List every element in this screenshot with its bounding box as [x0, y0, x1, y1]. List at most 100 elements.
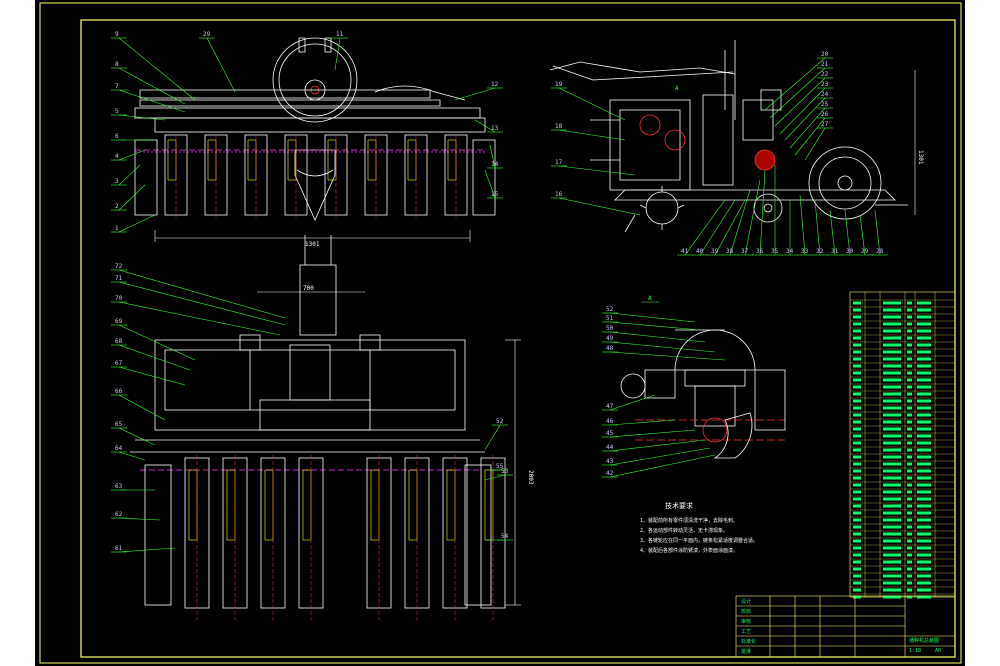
balloon-label: 40 [696, 248, 704, 255]
balloon-label: 39 [711, 248, 719, 255]
front-furrow-units [134, 134, 496, 220]
balloon-label: 65 [115, 421, 123, 428]
balloon-label: 1 [115, 225, 119, 232]
leader-line [759, 169, 766, 256]
balloon-label: 17 [555, 159, 563, 166]
leader-line [609, 419, 676, 426]
balloon-label: 45 [606, 430, 614, 437]
balloon-label: 18 [555, 123, 563, 130]
balloon-label: 49 [606, 335, 614, 342]
balloon-label: 54 [501, 533, 509, 540]
leader-line [118, 37, 196, 101]
technical-notes: 技术要求 1、装配前所有零件须清洗干净，去除毛刺。 2、各运动部件转动灵活，无卡… [640, 501, 758, 554]
balloon-label: 3 [115, 178, 119, 185]
plan-side-dimension-text: 2003 [527, 470, 534, 485]
drawing-sheet: 1301 929118756432112131415 [35, 0, 965, 666]
balloon-label: 35 [771, 248, 779, 255]
leader-line [779, 87, 826, 135]
balloon-label: 30 [846, 248, 854, 255]
detail-view [620, 329, 786, 459]
leader-line [118, 324, 196, 361]
leader-line [118, 366, 186, 386]
tb-scale: 1:10 [909, 648, 921, 654]
balloon-label: 23 [821, 81, 829, 88]
balloon-label: 11 [336, 31, 344, 38]
balloon-label: 16 [555, 191, 563, 198]
side-view [549, 40, 916, 233]
balloon-label: 52 [496, 418, 504, 425]
front-dimension: 1301 [154, 230, 471, 248]
leader-line [609, 331, 706, 343]
balloon-label: 25 [821, 101, 829, 108]
leader-line [484, 424, 501, 451]
parts-list-table [849, 291, 956, 599]
tb-row-4: 工艺 [741, 629, 751, 635]
leader-line [118, 67, 186, 105]
balloon-label: 9 [115, 31, 119, 38]
front-dimension-text: 1301 [305, 241, 320, 248]
leader-line [609, 394, 656, 411]
tb-drawing-name: 播种机总装图 [909, 637, 939, 644]
balloon-label: 26 [821, 111, 829, 118]
balloon-label: 64 [115, 445, 123, 452]
balloon-label: 46 [606, 418, 614, 425]
balloon-label: 13 [491, 125, 499, 132]
balloon-label: 24 [821, 91, 829, 98]
leader-line [784, 97, 826, 141]
balloon-label: 72 [115, 263, 123, 270]
leader-line [558, 129, 626, 141]
balloon-label: 38 [726, 248, 734, 255]
leader-line [558, 197, 641, 216]
leader-line [609, 429, 696, 438]
plan-furrow-units [144, 455, 506, 620]
balloon-label: 48 [606, 345, 614, 352]
leader-line [118, 184, 146, 211]
note-2: 2、各运动部件转动灵活，无卡滞现象。 [640, 527, 728, 534]
leader-line [206, 37, 236, 93]
balloon-label: 67 [115, 360, 123, 367]
balloon-label: 69 [115, 318, 123, 325]
balloon-label: 4 [115, 153, 119, 160]
balloon-label: 62 [115, 511, 123, 518]
note-4: 4、装配后各部件涂防锈漆，外表面涂面漆。 [640, 547, 738, 554]
note-1: 1、装配前所有零件须清洗干净，去除毛刺。 [640, 517, 738, 524]
balloon-label: 61 [115, 545, 123, 552]
leader-line [799, 194, 806, 256]
title-block-text: 设计 校核 审核 工艺 标准化 批准 播种机总装图 1:10 A0 [741, 598, 941, 655]
balloon-label: 41 [681, 248, 689, 255]
note-3: 3、各链轮应在同一平面内，链条松紧适度调整合适。 [640, 537, 758, 544]
tb-row-3: 审核 [741, 618, 751, 625]
balloon-label: 12 [491, 81, 499, 88]
leader-line [609, 447, 711, 466]
balloon-label: 55 [496, 463, 504, 470]
leader-line [769, 67, 826, 119]
leader-line [118, 89, 186, 113]
leader-line [118, 269, 286, 319]
balloon-label: 70 [115, 295, 123, 302]
balloon-label: 29 [861, 248, 869, 255]
balloon-label: 36 [756, 248, 764, 255]
leader-line [558, 87, 626, 121]
leader-line [118, 214, 156, 233]
leader-line [609, 341, 716, 353]
balloon-label: 71 [115, 275, 123, 282]
tb-sheet: A0 [935, 648, 941, 654]
balloon-label: 19 [555, 81, 563, 88]
balloon-label: 27 [821, 121, 829, 128]
title-block [735, 595, 956, 658]
side-dimension-text: 1301 [917, 150, 924, 165]
side-view-balloons: 19 18 17 16 20 21 22 23 24 25 26 27 41 40 39 38 37 36 35 34… [551, 51, 888, 256]
tb-row-1: 设计 [741, 598, 751, 605]
leader-line [118, 301, 281, 336]
leader-line [118, 344, 191, 371]
leader-line [334, 37, 341, 71]
balloon-label: 52 [606, 306, 614, 313]
balloon-label: 33 [801, 248, 809, 255]
detail-title: A [648, 295, 652, 302]
balloon-label: 8 [115, 61, 119, 68]
balloon-label: 5 [115, 108, 119, 115]
side-section-mark: A [675, 85, 679, 92]
balloon-label: 32 [816, 248, 824, 255]
drawing-canvas: 1301 929118756432112131415 [0, 0, 1000, 666]
balloon-label: 20 [821, 51, 829, 58]
